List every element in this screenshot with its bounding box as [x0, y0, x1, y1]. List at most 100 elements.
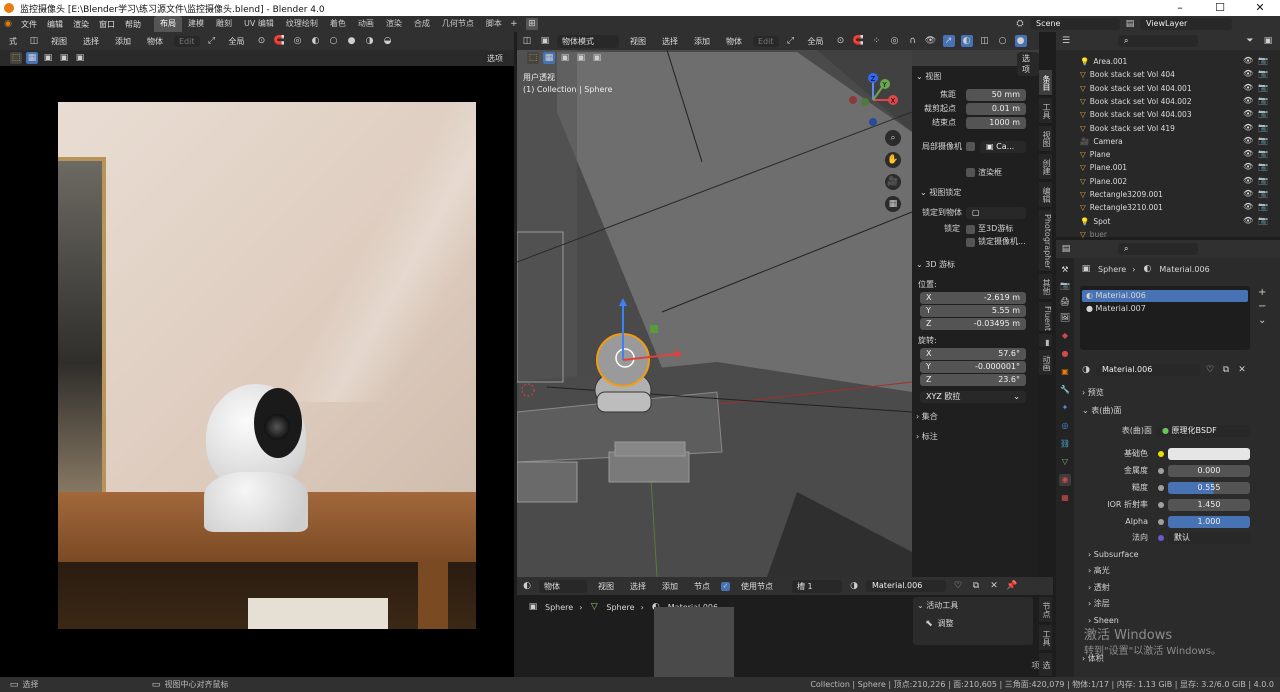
tab-scripting[interactable]: 脚本: [480, 16, 508, 32]
scene-props-icon[interactable]: ◆: [1059, 330, 1071, 342]
tab-photographer[interactable]: Photographer: [1039, 210, 1052, 272]
clip-end-field[interactable]: 1000 m: [966, 117, 1026, 129]
properties-type-icon[interactable]: ▤: [1060, 243, 1072, 255]
subsurface-section[interactable]: › Subsurface: [1088, 548, 1139, 561]
tool-props-icon[interactable]: ⚒: [1059, 264, 1071, 276]
visibility-eye-icon[interactable]: 👁: [1243, 136, 1253, 145]
left-menu-view[interactable]: 视图: [46, 36, 72, 47]
render-region-checkbox[interactable]: [966, 168, 975, 177]
physics-props-icon[interactable]: ◎: [1059, 420, 1071, 432]
constraints-props-icon[interactable]: ⛓: [1059, 438, 1071, 450]
local-camera-checkbox[interactable]: [966, 142, 975, 151]
outliner-item[interactable]: 💡 Area.001: [1080, 55, 1270, 68]
shader-type-dropdown[interactable]: 物体: [539, 579, 587, 593]
focal-length-field[interactable]: 50 mm: [966, 89, 1026, 101]
data-props-icon[interactable]: ▽: [1059, 456, 1071, 468]
preview-panel-header[interactable]: › 预览: [1082, 386, 1104, 399]
editor-type-3d-icon[interactable]: ◫: [521, 35, 533, 47]
tab-misc[interactable]: ▮: [1039, 334, 1052, 348]
view-layer-props-icon[interactable]: 🖼: [1059, 312, 1071, 324]
tab-item[interactable]: 条目: [1039, 70, 1052, 96]
vp-select-box-icon[interactable]: ▦: [543, 52, 555, 64]
material-unlink-icon[interactable]: ✕: [1236, 364, 1248, 376]
sheen-section[interactable]: › Sheen: [1088, 614, 1119, 627]
material-fake-user-icon[interactable]: ♡: [1204, 364, 1216, 376]
select-mode2-icon[interactable]: ▣: [58, 52, 70, 64]
shader-editor-type-icon[interactable]: ◐: [521, 580, 533, 592]
surface-panel-header[interactable]: ⌄ 表(曲)面: [1082, 404, 1122, 417]
outliner-item[interactable]: ▽ Book stack set Vol 404.002: [1080, 95, 1270, 108]
select-tool-icon[interactable]: ⬚: [10, 52, 22, 64]
view-lock-header[interactable]: ⌄ 视图锁定: [920, 186, 961, 199]
new-collection-icon[interactable]: ▣: [1262, 35, 1274, 47]
transmission-section[interactable]: › 透射: [1088, 581, 1110, 594]
left-options-button[interactable]: 选项: [482, 51, 508, 65]
outliner-item[interactable]: ▽ Plane.001: [1080, 161, 1270, 174]
world-props-icon[interactable]: ●: [1059, 348, 1071, 360]
wireframe-shading-icon[interactable]: ○: [997, 35, 1009, 47]
visibility-eye-icon[interactable]: 👁: [1243, 96, 1253, 105]
minimize-button[interactable]: –: [1160, 0, 1200, 16]
active-tool-header[interactable]: 活动工具: [926, 601, 958, 610]
slot-menu-icon[interactable]: ⌄: [1258, 314, 1266, 328]
collections-header[interactable]: › 集合: [916, 410, 938, 423]
browse-material-icon[interactable]: ◑: [1080, 364, 1092, 376]
view-layer-icon[interactable]: ▤: [1124, 18, 1136, 30]
select-mode3-icon[interactable]: ▣: [74, 52, 86, 64]
transform-icon[interactable]: ⤢: [206, 35, 218, 47]
transform-orientation-icon[interactable]: ⤢: [785, 35, 797, 47]
tab-other[interactable]: 其他: [1039, 274, 1052, 300]
tab-fluent[interactable]: Fluent: [1039, 302, 1052, 332]
shader-editor[interactable]: ◐ 物体 视图 选择 添加 节点 ✓ 使用节点 槽 1 ◑ Material.0…: [517, 577, 1053, 677]
tab-geometry-nodes[interactable]: 几何节点: [436, 16, 480, 32]
visibility-eye-icon[interactable]: 👁: [1243, 216, 1253, 225]
visibility-eye-icon[interactable]: 👁: [1243, 83, 1253, 92]
tab-shading[interactable]: 着色: [324, 16, 352, 32]
outliner-item[interactable]: 🎥 Camera: [1080, 135, 1270, 148]
clip-start-field[interactable]: 0.01 m: [966, 103, 1026, 115]
object-props-icon[interactable]: ▣: [1059, 366, 1071, 378]
rotation-mode-dropdown[interactable]: XYZ 欧拉 ⌄: [920, 391, 1026, 403]
material-slot-1[interactable]: ◐ Material.006: [1082, 290, 1248, 302]
remove-slot-icon[interactable]: −: [1258, 300, 1266, 314]
tweak-tool-icon[interactable]: ⬉: [923, 618, 935, 630]
shader-tab-node[interactable]: 节点: [1039, 597, 1052, 623]
viewport-global-dropdown[interactable]: 全局: [803, 36, 829, 47]
filter-icon[interactable]: ⏷: [1244, 35, 1256, 47]
coat-section[interactable]: › 涂层: [1088, 597, 1110, 610]
specular-section[interactable]: › 高光: [1088, 564, 1110, 577]
outliner-item[interactable]: ▽ Rectangle3210.001: [1080, 201, 1270, 214]
outliner-item[interactable]: 💡 Spot: [1080, 215, 1270, 228]
outliner-item[interactable]: ▽ Book stack set Vol 404.003: [1080, 108, 1270, 121]
outliner-item[interactable]: ▽ Book stack set Vol 404.001: [1080, 82, 1270, 95]
fake-user-icon[interactable]: ♡: [952, 580, 964, 592]
texture-props-icon[interactable]: ▦: [1059, 492, 1071, 504]
overlays-icon[interactable]: ◐: [960, 35, 973, 47]
annotations-header[interactable]: › 标注: [916, 430, 938, 443]
solid-shading-icon[interactable]: ●: [1014, 35, 1027, 47]
tab-create[interactable]: 创建: [1039, 154, 1052, 180]
shader-field[interactable]: ● 原理化BSDF: [1156, 425, 1250, 437]
visibility-eye-icon[interactable]: 👁: [1243, 123, 1253, 132]
alpha-field[interactable]: 1.000: [1168, 516, 1250, 528]
cursor-y-field[interactable]: Y 5.55 m: [920, 305, 1026, 317]
vp-select-mode-icon[interactable]: ▣: [559, 52, 571, 64]
vp-select-mode2-icon[interactable]: ▣: [575, 52, 587, 64]
outliner-item[interactable]: ▽ Book stack set Vol 404: [1080, 68, 1270, 81]
roughness-field[interactable]: 0.555: [1168, 482, 1250, 494]
mode-dropdown[interactable]: 物体模式: [557, 34, 619, 48]
menu-edit[interactable]: 编辑: [42, 19, 68, 30]
visibility-eye-icon[interactable]: 👁: [1243, 149, 1253, 158]
viewport-menu-select[interactable]: 选择: [657, 36, 683, 47]
shader-tab-tool[interactable]: 工具: [1039, 625, 1052, 651]
tab-rendering[interactable]: 渲染: [380, 16, 408, 32]
visibility-eye-icon[interactable]: 👁: [1243, 162, 1253, 171]
shader-material-field[interactable]: Material.006: [866, 580, 946, 592]
snap-icon[interactable]: 🧲: [274, 35, 286, 47]
base-color-swatch[interactable]: [1168, 448, 1250, 460]
scene-icon[interactable]: ⛭: [1014, 18, 1026, 30]
material-browse-icon[interactable]: ◑: [848, 580, 860, 592]
use-nodes-checkbox[interactable]: ✓: [721, 581, 730, 591]
render-visibility-icon[interactable]: 📷: [1258, 162, 1268, 171]
visibility-eye-icon[interactable]: 👁: [1243, 69, 1253, 78]
